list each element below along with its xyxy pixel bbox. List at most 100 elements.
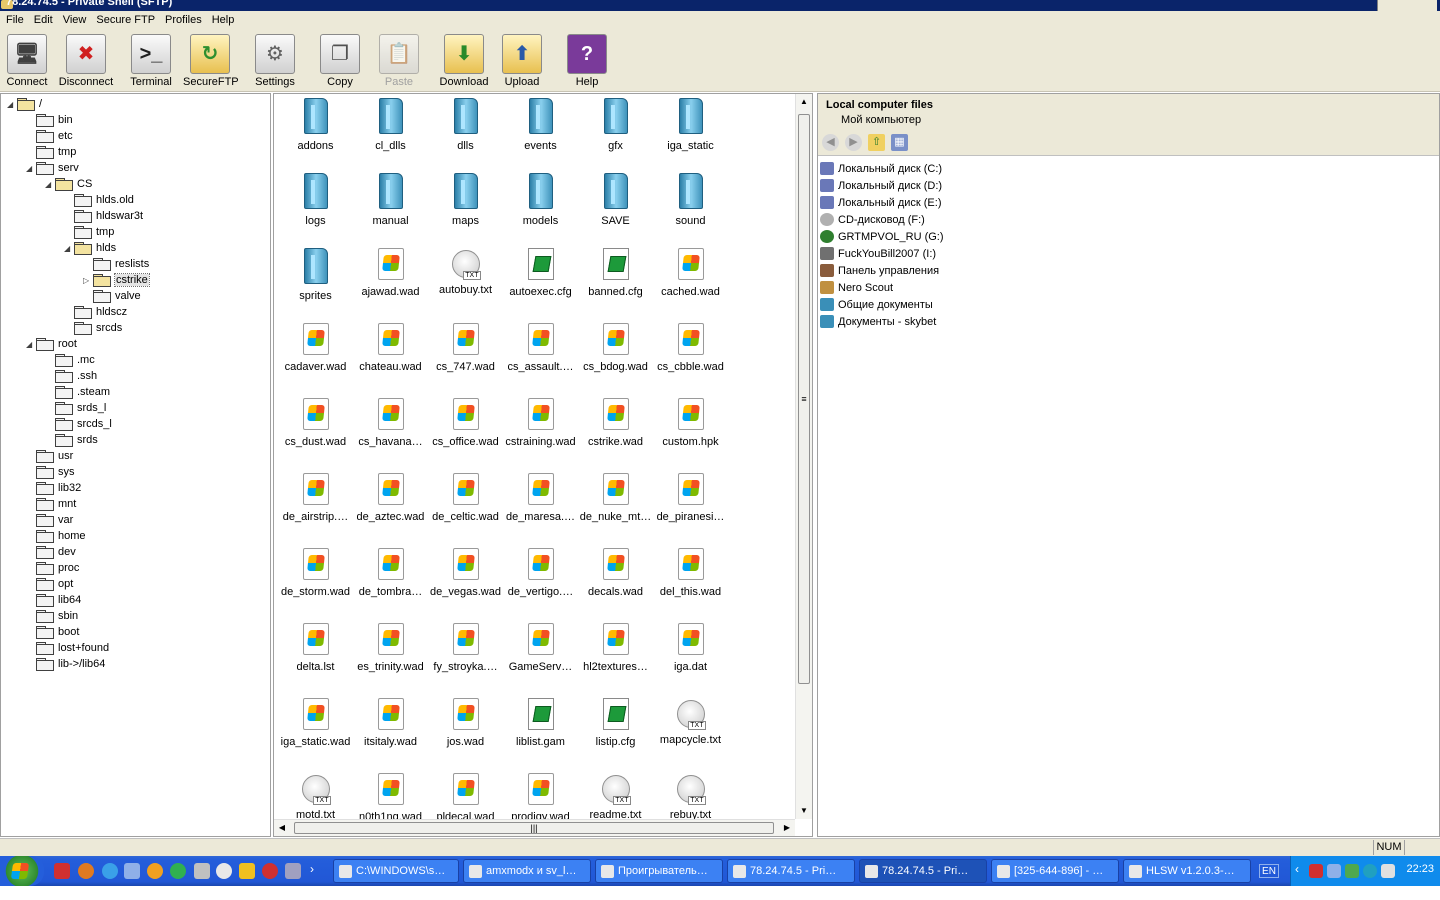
tree-node[interactable]: valve: [83, 288, 141, 304]
show-desktop-icon[interactable]: [124, 863, 140, 879]
tray-app-icon[interactable]: [1309, 864, 1323, 878]
file-item[interactable]: fy_stroyka.…: [428, 620, 503, 695]
local-item[interactable]: FuckYouBill2007 (I:): [820, 245, 936, 262]
file-item[interactable]: cs_dust.wad: [278, 395, 353, 470]
tray-security-icon[interactable]: [1345, 864, 1359, 878]
tree-node[interactable]: lib32: [26, 480, 81, 496]
file-item[interactable]: chateau.wad: [353, 320, 428, 395]
file-list-horizontal-scrollbar[interactable]: ◀ ||| ▶: [274, 819, 795, 836]
file-item[interactable]: iga_static.wad: [278, 695, 353, 770]
folder-item[interactable]: SAVE: [578, 170, 653, 245]
file-item[interactable]: ajawad.wad: [353, 245, 428, 320]
quicklaunch-triangle-icon[interactable]: [239, 863, 255, 879]
file-item[interactable]: de_storm.wad: [278, 545, 353, 620]
menu-file[interactable]: File: [1, 12, 29, 29]
folder-item[interactable]: dlls: [428, 95, 503, 170]
folder-item[interactable]: cl_dlls: [353, 95, 428, 170]
local-item[interactable]: Локальный диск (E:): [820, 194, 942, 211]
file-item[interactable]: de_airstrip.…: [278, 470, 353, 545]
tray-expand-chevron-icon[interactable]: ‹: [1295, 862, 1299, 876]
folder-up-icon[interactable]: ⇧: [868, 134, 885, 151]
remote-file-list[interactable]: addons cl_dlls dlls events gfx iga_static logs…: [273, 93, 813, 837]
quicklaunch-extra-icon[interactable]: [285, 863, 301, 879]
tree-node[interactable]: lost+found: [26, 640, 109, 656]
menu-help[interactable]: Help: [207, 12, 240, 29]
tree-node[interactable]: hldswar3t: [64, 208, 143, 224]
file-item[interactable]: decals.wad: [578, 545, 653, 620]
file-item[interactable]: jos.wad: [428, 695, 503, 770]
folder-item[interactable]: sound: [653, 170, 728, 245]
file-item[interactable]: cs_bdog.wad: [578, 320, 653, 395]
scroll-thumb[interactable]: ≡: [798, 114, 810, 684]
file-item[interactable]: cs_havana…: [353, 395, 428, 470]
file-item[interactable]: cs_747.wad: [428, 320, 503, 395]
file-item[interactable]: es_trinity.wad: [353, 620, 428, 695]
file-item[interactable]: cstraining.wad: [503, 395, 578, 470]
taskbar-button[interactable]: amxmodx и sv_l…: [463, 859, 591, 883]
file-item[interactable]: iga.dat: [653, 620, 728, 695]
tree-node[interactable]: .ssh: [45, 368, 97, 384]
help-button[interactable]: ? Help: [565, 34, 609, 92]
file-item[interactable]: GameServ…: [503, 620, 578, 695]
local-item[interactable]: CD-дисковод (F:): [820, 211, 925, 228]
folder-item[interactable]: events: [503, 95, 578, 170]
local-item[interactable]: Nero Scout: [820, 279, 893, 296]
volume-icon[interactable]: [1381, 864, 1395, 878]
language-indicator[interactable]: EN: [1259, 864, 1279, 878]
tree-node[interactable]: tmp: [64, 224, 114, 240]
quicklaunch-tool-icon[interactable]: [194, 863, 210, 879]
taskbar-button[interactable]: C:\WINDOWS\s…: [333, 859, 459, 883]
file-item[interactable]: de_maresa.…: [503, 470, 578, 545]
tree-node[interactable]: ◢ CS: [45, 176, 92, 192]
tree-node[interactable]: lib64: [26, 592, 81, 608]
taskbar-button[interactable]: HLSW v1.2.0.3-…: [1123, 859, 1251, 883]
tree-node[interactable]: srcds_l: [45, 416, 112, 432]
quicklaunch-icon[interactable]: [54, 863, 70, 879]
local-item[interactable]: Общие документы: [820, 296, 933, 313]
back-arrow-icon[interactable]: ◀: [822, 134, 839, 151]
file-item[interactable]: de_vegas.wad: [428, 545, 503, 620]
folder-item[interactable]: maps: [428, 170, 503, 245]
taskbar-button[interactable]: [325-644-896] - …: [991, 859, 1119, 883]
folder-item[interactable]: sprites: [278, 245, 353, 320]
file-item[interactable]: cs_cbble.wad: [653, 320, 728, 395]
settings-button[interactable]: ⚙ Settings: [253, 34, 297, 92]
tree-expander-icon[interactable]: ◢: [45, 180, 54, 189]
paste-button[interactable]: 📋 Paste: [377, 34, 421, 92]
tree-expander-icon[interactable]: ◢: [26, 340, 35, 349]
file-item[interactable]: del_this.wad: [653, 545, 728, 620]
tray-sync-icon[interactable]: [1363, 864, 1377, 878]
tree-node[interactable]: tmp: [26, 144, 76, 160]
file-item[interactable]: delta.lst: [278, 620, 353, 695]
local-item[interactable]: Документы - skybet: [820, 313, 936, 330]
tree-node[interactable]: boot: [26, 624, 79, 640]
tree-node[interactable]: reslists: [83, 256, 149, 272]
tree-node[interactable]: ◢ root: [26, 336, 77, 352]
icq-icon[interactable]: [170, 863, 186, 879]
file-item[interactable]: de_piranesi…: [653, 470, 728, 545]
file-list-vertical-scrollbar[interactable]: ▲ ≡ ▼: [795, 94, 812, 819]
disconnect-button[interactable]: ✖ Disconnect: [58, 34, 114, 92]
tree-node[interactable]: hlds.old: [64, 192, 134, 208]
file-item[interactable]: autobuy.txt: [428, 245, 503, 320]
tree-node[interactable]: sbin: [26, 608, 78, 624]
local-item[interactable]: GRTMPVOL_RU (G:): [820, 228, 944, 245]
file-item[interactable]: liblist.gam: [503, 695, 578, 770]
scroll-down-arrow-icon[interactable]: ▼: [796, 803, 812, 819]
tree-node[interactable]: srcds: [64, 320, 122, 336]
file-item[interactable]: hl2textures…: [578, 620, 653, 695]
tree-expander-icon[interactable]: ◢: [7, 100, 16, 109]
tree-expander-icon[interactable]: ◢: [26, 164, 35, 173]
file-item[interactable]: de_celtic.wad: [428, 470, 503, 545]
tree-node[interactable]: srds: [45, 432, 98, 448]
tray-network-icon[interactable]: [1327, 864, 1341, 878]
tree-node[interactable]: var: [26, 512, 73, 528]
local-item[interactable]: Панель управления: [820, 262, 939, 279]
connect-button[interactable]: 🖥 Connect: [5, 34, 49, 92]
tree-node[interactable]: sys: [26, 464, 75, 480]
folder-item[interactable]: iga_static: [653, 95, 728, 170]
folder-item[interactable]: gfx: [578, 95, 653, 170]
file-item[interactable]: mapcycle.txt: [653, 695, 728, 770]
folder-item[interactable]: manual: [353, 170, 428, 245]
remote-folder-tree[interactable]: ◢ / bin etc tmp ◢ serv ◢ CS hlds.old hldswar3t tmp ◢…: [0, 93, 271, 837]
